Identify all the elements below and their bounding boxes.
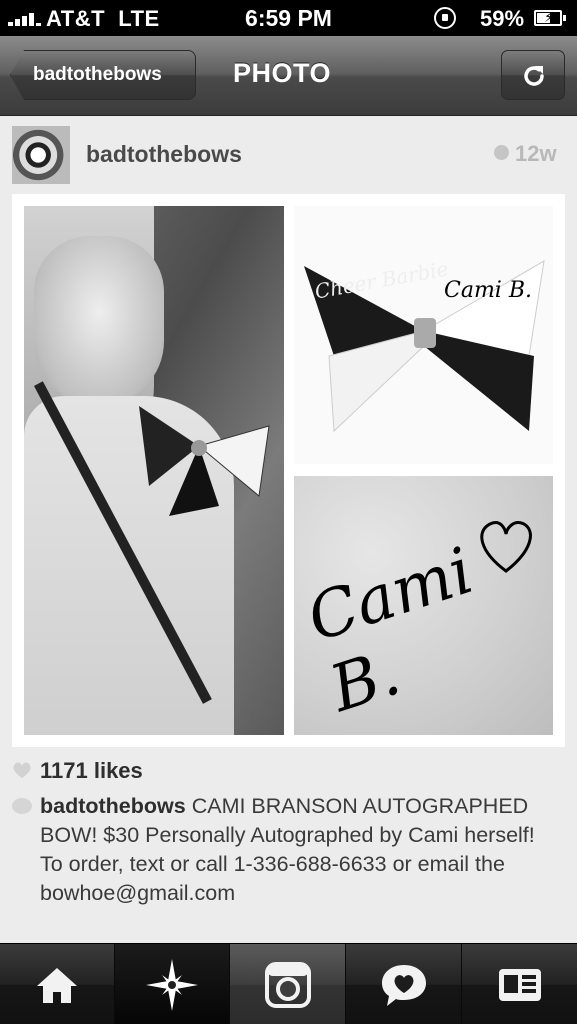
user-avatar[interactable]: [12, 126, 70, 184]
photo-girl-holding-bow: [24, 206, 284, 735]
tab-profile[interactable]: [462, 944, 577, 1024]
charging-bolt-icon: ⚡: [544, 9, 554, 25]
page-title: PHOTO: [233, 58, 332, 88]
activity-heart-bubble-icon: [381, 964, 426, 1006]
post-username[interactable]: badtothebows: [86, 141, 242, 168]
tab-activity[interactable]: [346, 944, 462, 1024]
heart-doodle-icon: [480, 521, 532, 573]
refresh-icon: [524, 66, 544, 86]
orientation-lock-icon: [434, 7, 456, 29]
tab-home[interactable]: [0, 944, 115, 1024]
post-photo[interactable]: Cheer Barbie Cami B. Cami B.: [12, 194, 565, 747]
tab-bar: [0, 943, 577, 1024]
back-button[interactable]: badtothebows: [10, 50, 196, 100]
status-bar: AT&T LTE 6:59 PM 59% ⚡: [0, 0, 577, 36]
likes-count[interactable]: 1171 likes: [12, 758, 143, 784]
bow-graphic: [304, 260, 545, 433]
photo-bow-closeup: Cheer Barbie Cami B.: [294, 206, 553, 464]
post-caption: badtothebows CAMI BRANSON AUTOGRAPHED BO…: [12, 792, 562, 908]
bow-signature-text: Cami B.: [444, 278, 532, 303]
tab-camera[interactable]: [230, 944, 346, 1024]
camera-icon: [264, 961, 311, 1008]
home-icon: [37, 967, 77, 1003]
clock-icon: [494, 145, 509, 160]
battery-percent: 59%: [480, 6, 525, 31]
navigation-bar: badtothebows PHOTO: [0, 36, 577, 116]
heart-icon: [13, 762, 31, 778]
explore-star-icon: [146, 958, 198, 1011]
post-header: badtothebows 12w: [0, 116, 577, 194]
battery-icon: ⚡: [534, 9, 566, 26]
tab-explore[interactable]: [115, 944, 230, 1024]
comment-bubble-icon: [12, 798, 32, 814]
profile-card-icon: [498, 968, 541, 1001]
refresh-button[interactable]: [501, 50, 565, 100]
bow-graphic: [139, 406, 270, 516]
photo-signature-closeup: Cami B.: [294, 476, 553, 735]
post-age: 12w: [494, 141, 557, 167]
caption-username[interactable]: badtothebows: [40, 794, 186, 818]
